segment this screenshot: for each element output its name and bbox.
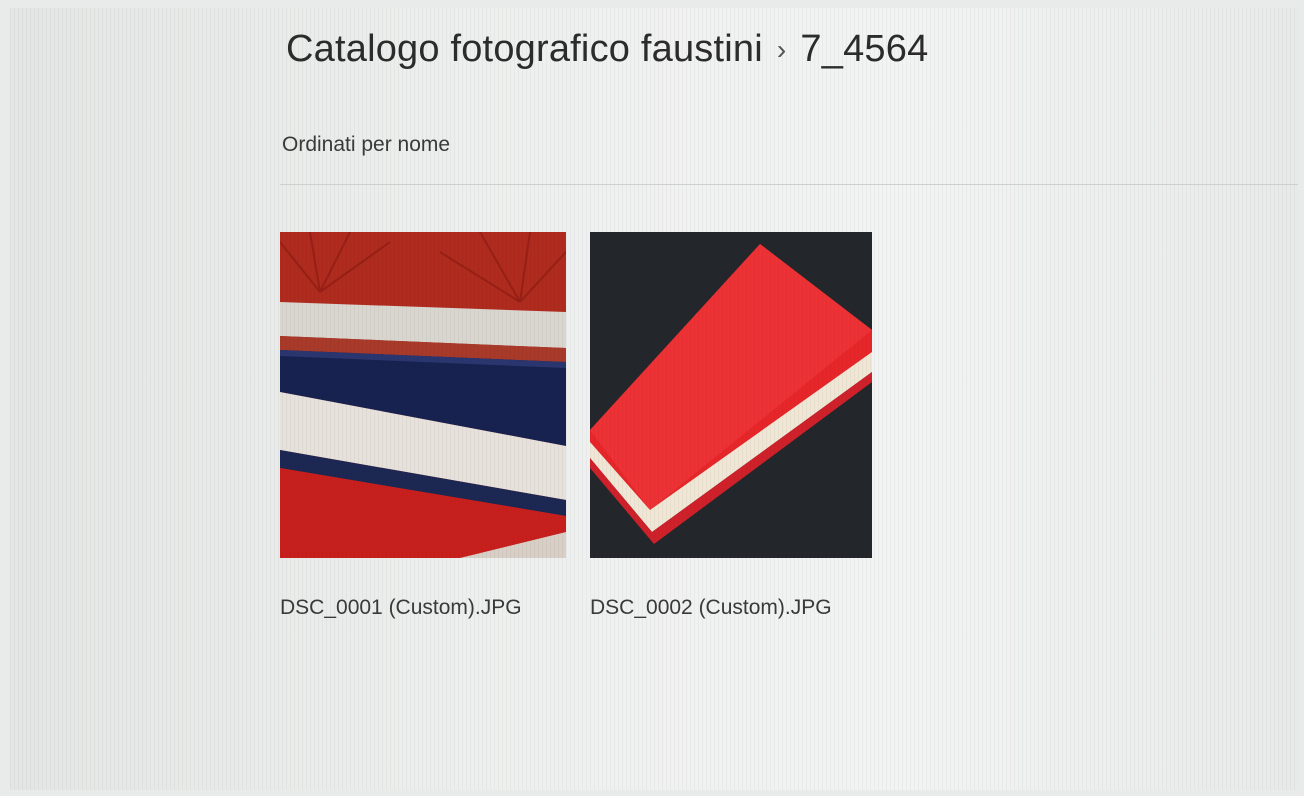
breadcrumb-root-link[interactable]: Catalogo fotografico faustini: [286, 28, 763, 71]
header-divider: [280, 184, 1298, 185]
red-book-photo-icon[interactable]: [590, 232, 872, 558]
image-filename-1[interactable]: DSC_0001 (Custom).JPG: [280, 596, 580, 620]
image-filename-2[interactable]: DSC_0002 (Custom).JPG: [590, 596, 890, 620]
breadcrumb-current-folder: 7_4564: [800, 28, 929, 70]
breadcrumb: Catalogo fotografico faustini › 7_4564: [286, 28, 928, 71]
stacked-albums-photo-icon[interactable]: [280, 232, 566, 558]
sort-by-name-label[interactable]: Ordinati per nome: [282, 133, 450, 157]
browser-viewport: Catalogo fotografico faustini › 7_4564 O…: [10, 8, 1298, 790]
breadcrumb-separator-icon: ›: [776, 33, 787, 65]
